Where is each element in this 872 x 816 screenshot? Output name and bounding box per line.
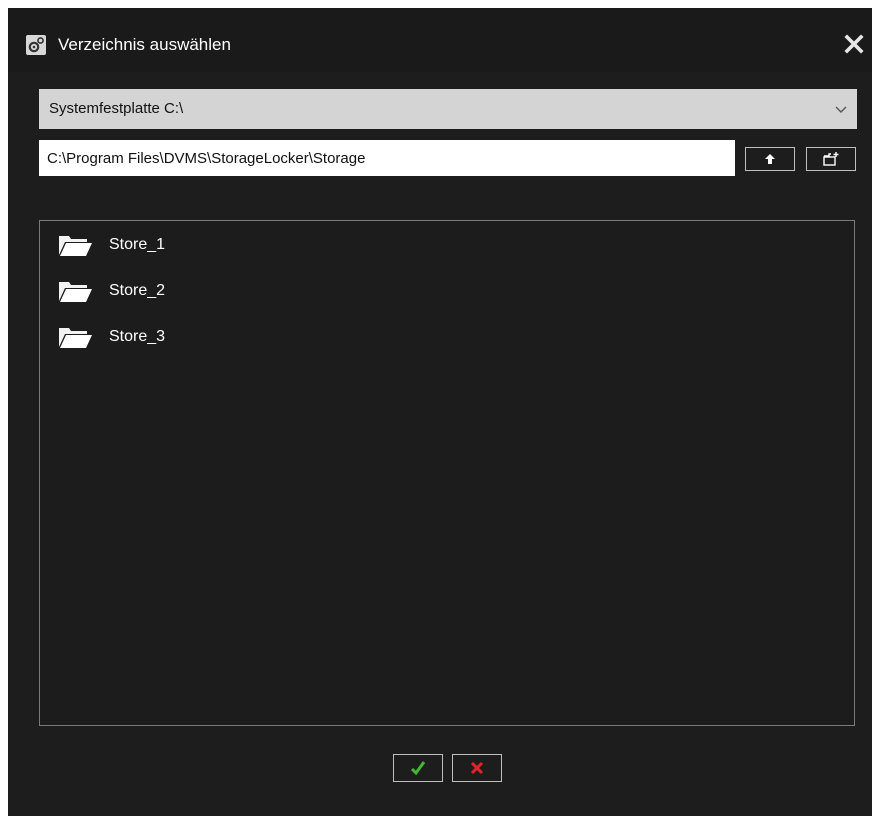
- list-item[interactable]: Store_2: [58, 275, 358, 307]
- path-input[interactable]: [39, 140, 735, 176]
- close-icon[interactable]: [843, 33, 865, 55]
- dialog-title: Verzeichnis auswählen: [58, 35, 231, 54]
- folder-open-icon: [58, 325, 92, 349]
- new-folder-button[interactable]: [806, 147, 856, 171]
- folder-open-icon: [58, 279, 92, 303]
- chevron-down-icon: [833, 102, 849, 116]
- list-item[interactable]: Store_1: [58, 229, 358, 261]
- drive-select-value: Systemfestplatte C:\: [49, 100, 184, 117]
- up-directory-button[interactable]: [745, 147, 795, 171]
- list-item[interactable]: Store_3: [58, 321, 358, 353]
- settings-gears-icon: [26, 35, 46, 55]
- cancel-button[interactable]: [452, 754, 502, 782]
- title-bar: Verzeichnis auswählen: [8, 8, 872, 72]
- folder-label: Store_2: [109, 282, 166, 299]
- folder-list: Store_1 Store_2 Store_3: [39, 220, 855, 726]
- ok-button[interactable]: [393, 754, 443, 782]
- folder-label: Store_3: [109, 328, 166, 345]
- folder-open-icon: [58, 233, 92, 257]
- drive-select[interactable]: Systemfestplatte C:\: [39, 89, 857, 129]
- folder-label: Store_1: [109, 236, 166, 253]
- select-directory-dialog: Verzeichnis auswählen Systemfestplatte C…: [8, 8, 872, 816]
